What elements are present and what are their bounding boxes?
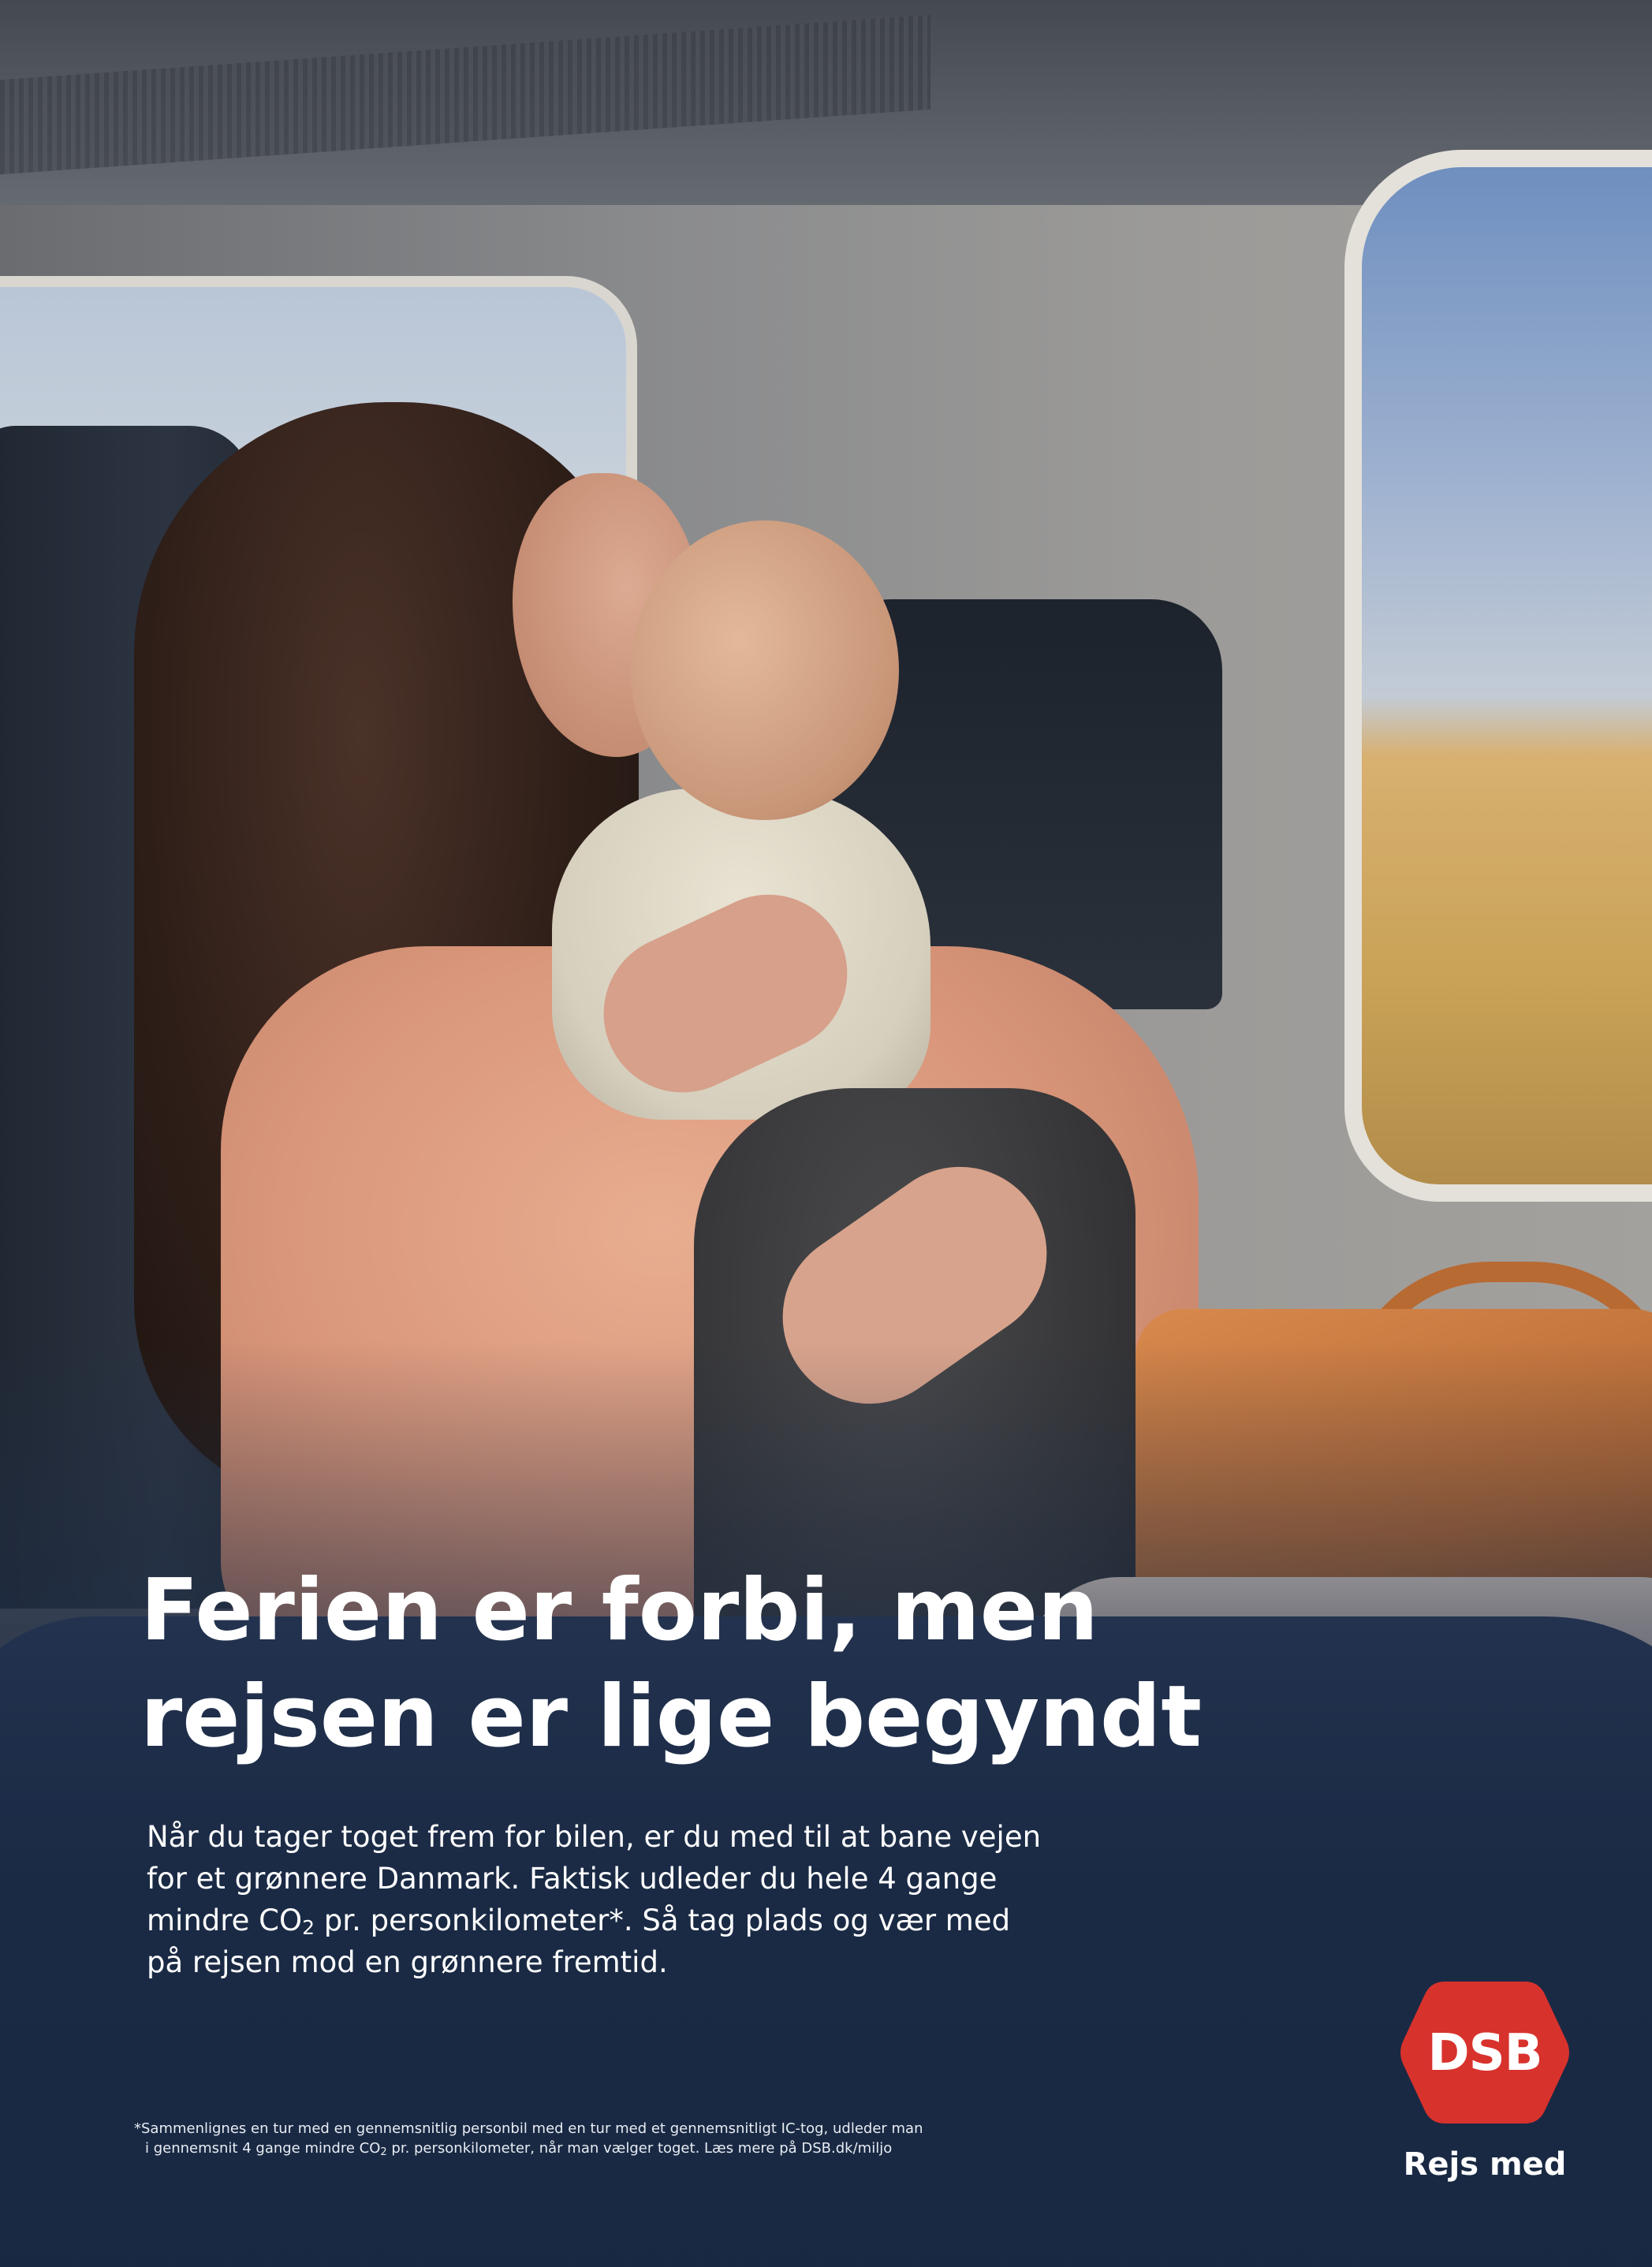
footnote-line-2: i gennemsnit 4 gange mindre CO2 pr. pers… — [134, 2138, 1112, 2158]
footnote-co2-subscript: 2 — [380, 2146, 387, 2158]
body-line-3-post: pr. personkilometer*. Så tag plads og væ… — [315, 1903, 1011, 1937]
headline: Ferien er forbi, men rejsen er lige begy… — [140, 1557, 1323, 1770]
body-line-1: Når du tager toget frem for bilen, er du… — [147, 1820, 1042, 1854]
footnote: *Sammenlignes en tur med en gennemsnitli… — [134, 2119, 1112, 2158]
body-line-4: på rejsen mod en grønnere fremtid. — [147, 1945, 668, 1979]
body-line-2: for et grønnere Danmark. Faktisk udleder… — [147, 1862, 998, 1896]
headline-line-2: rejsen er lige begyndt — [140, 1668, 1202, 1766]
co2-subscript: 2 — [302, 1916, 315, 1939]
body-copy: Når du tager toget frem for bilen, er du… — [147, 1816, 1251, 1983]
footnote-line-1: *Sammenlignes en tur med en gennemsnitli… — [134, 2120, 923, 2137]
ceiling-vent — [0, 14, 930, 175]
baby-head — [631, 520, 899, 820]
body-line-3: mindre CO2 pr. personkilometer*. Så tag … — [147, 1900, 1251, 1941]
headline-line-1: Ferien er forbi, men — [140, 1561, 1098, 1660]
body-line-3-pre: mindre CO — [147, 1903, 303, 1937]
footnote-line-2-post: pr. personkilometer, når man vælger toge… — [386, 2140, 893, 2157]
footnote-line-2-pre: i gennemsnit 4 gange mindre CO — [145, 2140, 381, 2157]
dsb-logo-text: DSB — [1427, 2024, 1543, 2082]
train-window-right — [1344, 150, 1652, 1202]
dsb-logo: DSB — [1396, 1974, 1574, 2131]
brand-tagline: Rejs med — [1403, 2146, 1567, 2183]
